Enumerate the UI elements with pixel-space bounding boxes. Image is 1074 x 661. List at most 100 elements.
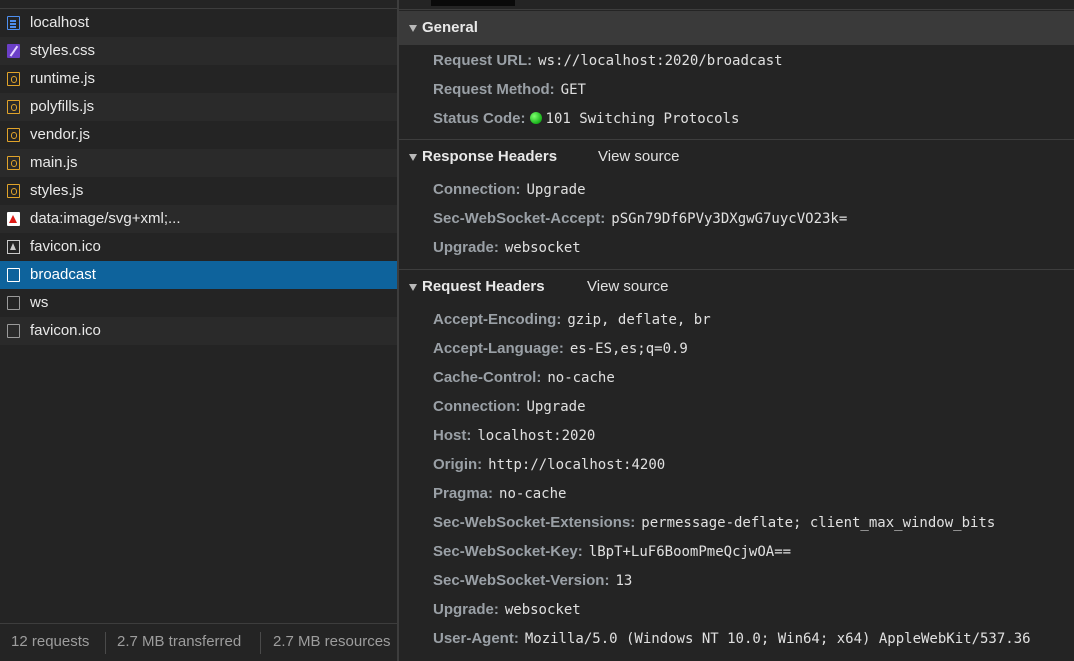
request-row[interactable]: ws — [0, 289, 397, 317]
request-row[interactable]: runtime.js — [0, 65, 397, 93]
response-view-source-link[interactable]: View source — [598, 140, 679, 174]
header-row: Connection: Upgrade — [433, 392, 586, 421]
header-row: Connection: Upgrade — [433, 175, 586, 204]
general-title: General — [422, 19, 478, 36]
request-view-source-link[interactable]: View source — [587, 270, 668, 304]
header-row: Accept-Encoding: gzip, deflate, br — [433, 305, 711, 334]
status-separator — [260, 632, 261, 654]
header-row: Pragma: no-cache — [433, 479, 566, 508]
script-icon — [7, 100, 20, 114]
collapse-triangle-icon — [409, 154, 417, 161]
header-row: Cache-Control: no-cache — [433, 363, 615, 392]
request-name: runtime.js — [30, 70, 96, 87]
request-name: polyfills.js — [30, 98, 95, 115]
top-divider — [399, 9, 1074, 10]
request-count: 12 requests — [11, 633, 90, 650]
request-name: styles.js — [30, 182, 84, 199]
header-value: Mozilla/5.0 (Windows NT 10.0; Win64; x64… — [524, 631, 1031, 647]
request-headers-section-header[interactable]: Request Headers View source — [399, 270, 1074, 304]
request-row[interactable]: polyfills.js — [0, 93, 397, 121]
active-tab-indicator — [431, 0, 515, 6]
header-row: Upgrade: websocket — [433, 233, 581, 262]
request-headers-title: Request Headers — [422, 278, 545, 295]
transferred-size: 2.7 MB transferred — [117, 633, 242, 650]
header-value: websocket — [504, 602, 581, 618]
header-key: Sec-WebSocket-Extensions: — [433, 514, 636, 531]
websocket-icon — [7, 296, 20, 310]
request-row[interactable]: vendor.js — [0, 121, 397, 149]
header-row: Origin: http://localhost:4200 — [433, 450, 665, 479]
request-row[interactable]: main.js — [0, 149, 397, 177]
general-section-header[interactable]: General — [399, 11, 1074, 45]
header-value: ws://localhost:2020/broadcast — [538, 53, 783, 69]
resources-size: 2.7 MB resources — [273, 633, 391, 650]
header-row: Sec-WebSocket-Extensions: permessage-defl… — [433, 508, 995, 537]
header-value: 101 Switching Protocols — [545, 111, 740, 127]
header-key: Request URL: — [433, 52, 533, 69]
websocket-icon — [7, 268, 20, 282]
header-key: Accept-Language: — [433, 340, 564, 357]
header-value: lBpT+LuF6BoomPmeQcjwOA== — [588, 544, 792, 560]
script-icon — [7, 184, 20, 198]
header-key: Connection: — [433, 398, 521, 415]
websocket-icon — [7, 324, 20, 338]
header-key: User-Agent: — [433, 630, 519, 647]
svg-image-icon — [7, 212, 20, 226]
request-row[interactable]: favicon.ico — [0, 317, 397, 345]
stylesheet-icon — [7, 44, 20, 58]
header-row: Accept-Language: es-ES,es;q=0.9 — [433, 334, 688, 363]
header-row: Status Code: 101 Switching Protocols — [433, 104, 739, 133]
header-row: Host: localhost:2020 — [433, 421, 595, 450]
header-key: Upgrade: — [433, 601, 499, 618]
header-value: es-ES,es;q=0.9 — [569, 341, 688, 357]
request-row[interactable]: broadcast — [0, 261, 397, 289]
request-list-panel: localhost styles.css runtime.js polyfills.j… — [0, 0, 399, 661]
header-key: Origin: — [433, 456, 483, 473]
header-value: no-cache — [547, 370, 615, 386]
request-name: favicon.ico — [30, 238, 101, 255]
header-value: http://localhost:4200 — [488, 457, 666, 473]
header-value: pSGn79Df6PVy3DXgwG7uycVO23k= — [611, 211, 848, 227]
summary-status-bar: 12 requests 2.7 MB transferred 2.7 MB re… — [0, 623, 397, 661]
header-value: 13 — [615, 573, 633, 589]
status-separator — [105, 632, 106, 654]
document-icon — [7, 16, 20, 30]
image-icon — [7, 240, 20, 254]
request-name: data:image/svg+xml;... — [30, 210, 181, 227]
script-icon — [7, 128, 20, 142]
header-row: Sec-WebSocket-Key: lBpT+LuF6BoomPmeQcjwOA… — [433, 537, 791, 566]
request-row[interactable]: favicon.ico — [0, 233, 397, 261]
header-key: Sec-WebSocket-Accept: — [433, 210, 606, 227]
header-key: Cache-Control: — [433, 369, 542, 386]
header-key: Status Code: — [433, 110, 526, 127]
header-key: Host: — [433, 427, 472, 444]
header-value: GET — [560, 82, 586, 98]
status-success-dot-icon — [529, 112, 542, 124]
header-key: Upgrade: — [433, 239, 499, 256]
request-name: vendor.js — [30, 126, 91, 143]
header-key: Sec-WebSocket-Key: — [433, 543, 583, 560]
request-row[interactable]: localhost — [0, 9, 397, 37]
request-name: main.js — [30, 154, 78, 171]
response-headers-section-header[interactable]: Response Headers View source — [399, 140, 1074, 174]
request-row[interactable]: styles.js — [0, 177, 397, 205]
header-value: Upgrade — [526, 399, 586, 415]
script-icon — [7, 72, 20, 86]
request-row[interactable]: styles.css — [0, 37, 397, 65]
response-headers-title: Response Headers — [422, 148, 558, 165]
header-key: Pragma: — [433, 485, 494, 502]
collapse-triangle-icon — [409, 284, 417, 291]
header-value: permessage-deflate; client_max_window_bi… — [641, 515, 996, 531]
header-row: Sec-WebSocket-Accept: pSGn79Df6PVy3DXgwG7… — [433, 204, 847, 233]
header-value: Upgrade — [526, 182, 586, 198]
request-name: broadcast — [30, 266, 96, 283]
header-value: websocket — [504, 240, 581, 256]
header-row: Sec-WebSocket-Version: 13 — [433, 566, 632, 595]
request-row[interactable]: data:image/svg+xml;... — [0, 205, 397, 233]
headers-panel: General Request URL: ws://localhost:2020/… — [399, 0, 1074, 661]
script-icon — [7, 156, 20, 170]
request-list: localhost styles.css runtime.js polyfills.j… — [0, 9, 397, 345]
header-key: Connection: — [433, 181, 521, 198]
request-name: localhost — [30, 14, 90, 31]
header-row: User-Agent: Mozilla/5.0 (Windows NT 10.0;… — [433, 624, 1031, 653]
